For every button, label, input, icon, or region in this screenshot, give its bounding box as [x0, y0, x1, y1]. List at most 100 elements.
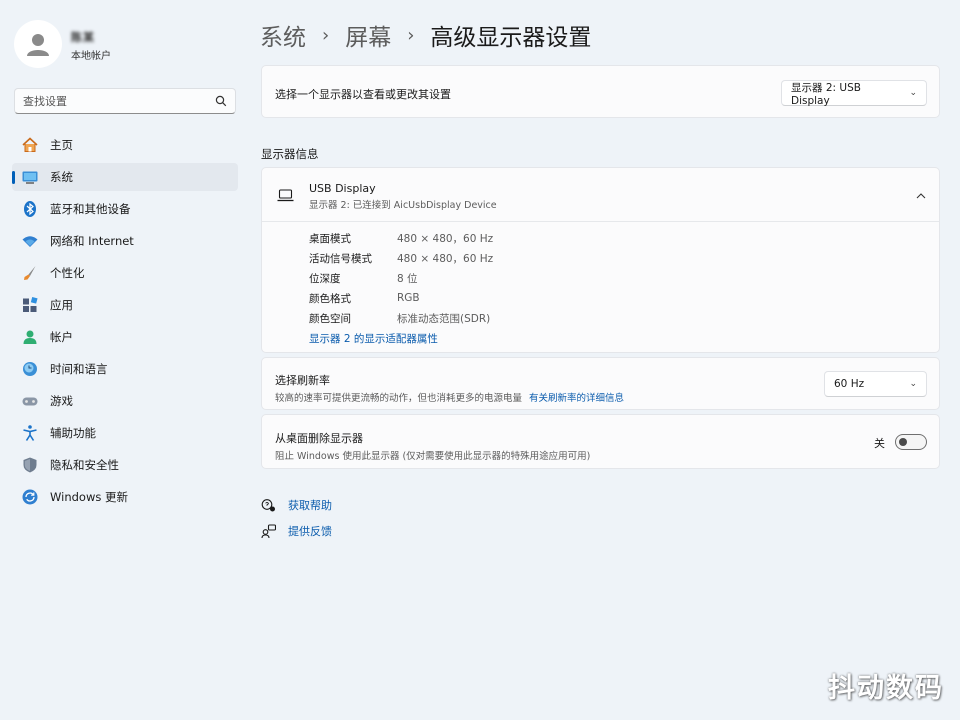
search-input[interactable] — [23, 94, 215, 108]
sidebar-item-label: 个性化 — [50, 266, 85, 280]
refresh-rate-description: 较高的速率可提供更流畅的动作，但也消耗更多的电源电量 有关刷新率的详细信息 — [275, 390, 624, 404]
sidebar-item-accounts[interactable]: 帐户 — [12, 323, 238, 351]
brush-icon — [21, 264, 39, 282]
info-key: 活动信号模式 — [309, 252, 372, 265]
info-value: 480 × 480，60 Hz — [397, 252, 494, 265]
sidebar-item-label: 网络和 Internet — [50, 234, 134, 248]
sidebar-item-label: 蓝牙和其他设备 — [50, 202, 131, 216]
watermark: 抖动数码 — [828, 673, 944, 704]
display-select-label: 选择一个显示器以查看或更改其设置 — [275, 88, 451, 101]
wifi-icon — [21, 232, 39, 250]
feedback-icon — [261, 523, 276, 538]
display-info-header[interactable]: USB Display 显示器 2: 已连接到 AicUsbDisplay De… — [262, 168, 939, 222]
breadcrumb-separator: › — [407, 24, 415, 46]
sidebar-item-personalization[interactable]: 个性化 — [12, 259, 238, 287]
display-connection-status: 显示器 2: 已连接到 AicUsbDisplay Device — [309, 200, 497, 211]
refresh-rate-card: 选择刷新率 较高的速率可提供更流畅的动作，但也消耗更多的电源电量 有关刷新率的详… — [261, 357, 940, 410]
search-box[interactable] — [14, 88, 236, 114]
refresh-rate-info-link[interactable]: 有关刷新率的详细信息 — [529, 393, 624, 404]
sidebar-item-gaming[interactable]: 游戏 — [12, 387, 238, 415]
sidebar: 陈某 本地帐户 主页 系统 蓝牙和其他设备 — [0, 0, 250, 720]
refresh-rate-dropdown[interactable]: 60 Hz ⌄ — [824, 371, 927, 397]
display-info-details: 桌面模式 480 × 480，60 Hz 活动信号模式 480 × 480，60… — [309, 228, 493, 348]
sidebar-item-label: 游戏 — [50, 394, 73, 408]
display-name: USB Display — [309, 182, 376, 195]
info-key: 颜色空间 — [309, 312, 351, 325]
help-chat-icon — [261, 498, 275, 511]
system-icon — [21, 168, 39, 186]
remove-display-title: 从桌面删除显示器 — [275, 432, 363, 445]
get-help-link[interactable]: 获取帮助 — [261, 497, 332, 513]
remove-display-card: 从桌面删除显示器 阻止 Windows 使用此显示器 (仅对需要使用此显示器的特… — [261, 414, 940, 469]
page-title: 高级显示器设置 — [430, 25, 592, 51]
account-icon — [21, 328, 39, 346]
user-profile[interactable]: 陈某 本地帐户 — [14, 20, 111, 68]
feedback-label[interactable]: 提供反馈 — [288, 523, 332, 539]
info-row-bit-depth: 位深度 8 位 — [309, 268, 493, 288]
display-select-value: 显示器 2: USB Display — [791, 81, 861, 107]
toggle-knob — [899, 438, 907, 446]
info-row-color-space: 颜色空间 标准动态范围(SDR) — [309, 308, 493, 328]
sidebar-item-time-language[interactable]: 时间和语言 — [12, 355, 238, 383]
breadcrumb-system[interactable]: 系统 — [260, 18, 306, 52]
remove-display-description: 阻止 Windows 使用此显示器 (仅对需要使用此显示器的特殊用途应用可用) — [275, 451, 591, 462]
sidebar-item-network[interactable]: 网络和 Internet — [12, 227, 238, 255]
refresh-rate-description-text: 较高的速率可提供更流畅的动作，但也消耗更多的电源电量 — [275, 393, 523, 404]
update-icon — [21, 488, 39, 506]
apps-icon — [21, 296, 39, 314]
display-info-card: USB Display 显示器 2: 已连接到 AicUsbDisplay De… — [261, 167, 940, 353]
remove-display-toggle[interactable] — [895, 434, 927, 450]
info-value: RGB — [397, 292, 420, 304]
search-icon[interactable] — [215, 95, 227, 107]
sidebar-item-label: 系统 — [50, 170, 73, 184]
breadcrumb: 系统 › 屏幕 › 高级显示器设置 — [260, 18, 591, 52]
profile-name: 陈某 — [71, 31, 95, 44]
sidebar-item-system[interactable]: 系统 — [12, 163, 238, 191]
adapter-properties-link[interactable]: 显示器 2 的显示适配器属性 — [309, 328, 493, 348]
accessibility-icon — [21, 424, 39, 442]
sidebar-item-label: 辅助功能 — [50, 426, 96, 440]
display-select-card: 选择一个显示器以查看或更改其设置 显示器 2: USB Display ⌄ — [261, 65, 940, 118]
sidebar-item-apps[interactable]: 应用 — [12, 291, 238, 319]
chevron-down-icon: ⌄ — [909, 88, 917, 98]
sidebar-item-bluetooth[interactable]: 蓝牙和其他设备 — [12, 195, 238, 223]
get-help-label[interactable]: 获取帮助 — [288, 497, 332, 513]
display-select-dropdown[interactable]: 显示器 2: USB Display ⌄ — [781, 80, 927, 107]
laptop-icon — [277, 189, 294, 202]
info-row-desktop-mode: 桌面模式 480 × 480，60 Hz — [309, 228, 493, 248]
info-row-color-format: 颜色格式 RGB — [309, 288, 493, 308]
time-language-icon — [21, 360, 39, 378]
breadcrumb-separator: › — [322, 24, 330, 46]
info-row-active-signal-mode: 活动信号模式 480 × 480，60 Hz — [309, 248, 493, 268]
sidebar-item-label: 时间和语言 — [50, 362, 108, 376]
info-key: 桌面模式 — [309, 232, 351, 245]
sidebar-item-label: 主页 — [50, 138, 73, 152]
chevron-down-icon: ⌄ — [909, 379, 917, 389]
info-value: 8 位 — [397, 272, 418, 285]
sidebar-nav: 主页 系统 蓝牙和其他设备 网络和 Internet 个性化 应用 帐户 时间和… — [12, 131, 238, 515]
account-type: 本地帐户 — [71, 51, 111, 62]
refresh-rate-value: 60 Hz — [834, 378, 865, 390]
sidebar-item-privacy[interactable]: 隐私和安全性 — [12, 451, 238, 479]
breadcrumb-display[interactable]: 屏幕 — [345, 18, 391, 52]
info-value: 标准动态范围(SDR) — [397, 312, 491, 325]
toggle-state-label: 关 — [874, 437, 885, 450]
person-icon — [27, 34, 49, 56]
sidebar-item-label: 应用 — [50, 298, 73, 312]
home-icon — [21, 136, 39, 154]
refresh-rate-title: 选择刷新率 — [275, 374, 330, 387]
display-info-heading: 显示器信息 — [261, 147, 319, 161]
bluetooth-icon — [21, 200, 39, 218]
feedback-link[interactable]: 提供反馈 — [261, 523, 332, 539]
sidebar-item-home[interactable]: 主页 — [12, 131, 238, 159]
avatar[interactable] — [14, 20, 62, 68]
sidebar-item-label: 隐私和安全性 — [50, 458, 119, 472]
sidebar-item-label: 帐户 — [50, 330, 73, 344]
sidebar-item-label: Windows 更新 — [50, 490, 128, 504]
sidebar-item-accessibility[interactable]: 辅助功能 — [12, 419, 238, 447]
shield-icon — [21, 456, 39, 474]
info-key: 颜色格式 — [309, 292, 351, 305]
sidebar-item-windows-update[interactable]: Windows 更新 — [12, 483, 238, 511]
info-key: 位深度 — [309, 272, 341, 285]
chevron-up-icon[interactable] — [916, 192, 926, 199]
